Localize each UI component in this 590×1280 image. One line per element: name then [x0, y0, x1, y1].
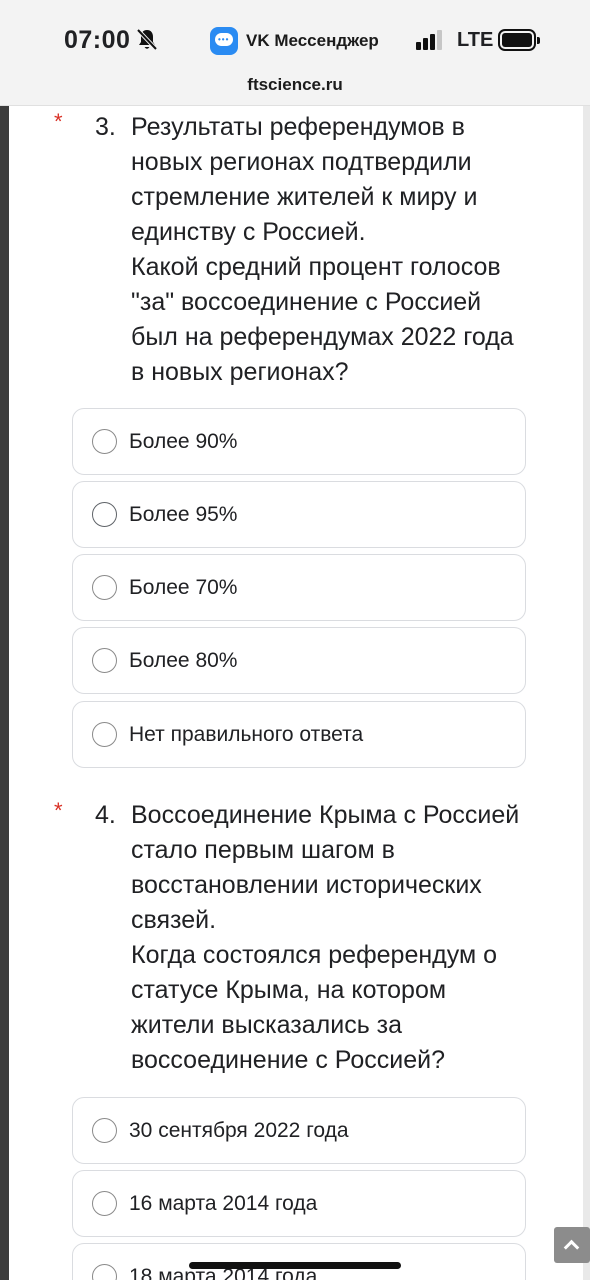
scroll-to-top-button[interactable] [554, 1227, 590, 1263]
back-to-app-button[interactable]: ••• VK Мессенджер [210, 22, 379, 60]
option-label: 30 сентября 2022 года [129, 1118, 349, 1142]
signal-strength-icon [416, 30, 444, 50]
form-right-border [583, 106, 590, 1280]
option-label: Более 80% [129, 648, 238, 672]
question-number: 4. [95, 801, 116, 829]
option-label: 16 марта 2014 года [129, 1191, 318, 1215]
battery-icon [498, 29, 540, 51]
bell-muted-icon [136, 28, 158, 51]
form-content[interactable]: * 3. Результаты референдумов в новых рег… [0, 106, 590, 1280]
question-text-line: Воссоединение Крыма с Россией стало перв… [131, 801, 520, 934]
question-text-line: Когда состоялся референдум о статусе Кры… [131, 941, 498, 1074]
question-text-line: Какой средний процент голосов "за" воссо… [131, 253, 514, 386]
option-label: Более 70% [129, 575, 238, 599]
radio-button[interactable] [92, 1118, 117, 1143]
answer-option[interactable]: Нет правильного ответа [72, 701, 526, 768]
radio-button[interactable] [92, 1264, 117, 1280]
vk-messenger-logo-icon: ••• [210, 27, 238, 55]
required-mark: * [54, 798, 63, 823]
option-label: Более 95% [129, 502, 238, 526]
option-label: Нет правильного ответа [129, 722, 364, 746]
required-mark: * [54, 109, 63, 134]
form-left-border [0, 106, 9, 1280]
radio-button[interactable] [92, 722, 117, 747]
chevron-up-icon [563, 1239, 580, 1256]
radio-button[interactable] [92, 502, 117, 527]
option-label: Более 90% [129, 429, 238, 453]
question-number: 3. [95, 113, 116, 141]
answer-option[interactable]: 16 марта 2014 года [72, 1170, 526, 1237]
home-indicator[interactable] [189, 1262, 401, 1269]
status-bar: 07:00 ••• VK Мессенджер LTE ftscience.ru [0, 0, 590, 106]
question-text: Результаты референдумов в новых регионах… [131, 110, 531, 390]
radio-button[interactable] [92, 575, 117, 600]
network-type: LTE [457, 29, 494, 51]
address-bar-url[interactable]: ftscience.ru [0, 75, 590, 95]
answer-option[interactable]: 30 сентября 2022 года [72, 1097, 526, 1164]
status-time: 07:00 [64, 26, 131, 54]
app-name: VK Мессенджер [246, 31, 379, 50]
radio-button[interactable] [92, 648, 117, 673]
question-text: Воссоединение Крыма с Россией стало перв… [131, 798, 531, 1078]
answer-option[interactable]: Более 80% [72, 627, 526, 694]
answer-option[interactable]: Более 90% [72, 408, 526, 475]
radio-button[interactable] [92, 1191, 117, 1216]
question-text-line: Результаты референдумов в новых регионах… [131, 113, 478, 246]
answer-option[interactable]: Более 70% [72, 554, 526, 621]
answer-option[interactable]: Более 95% [72, 481, 526, 548]
radio-button[interactable] [92, 429, 117, 454]
